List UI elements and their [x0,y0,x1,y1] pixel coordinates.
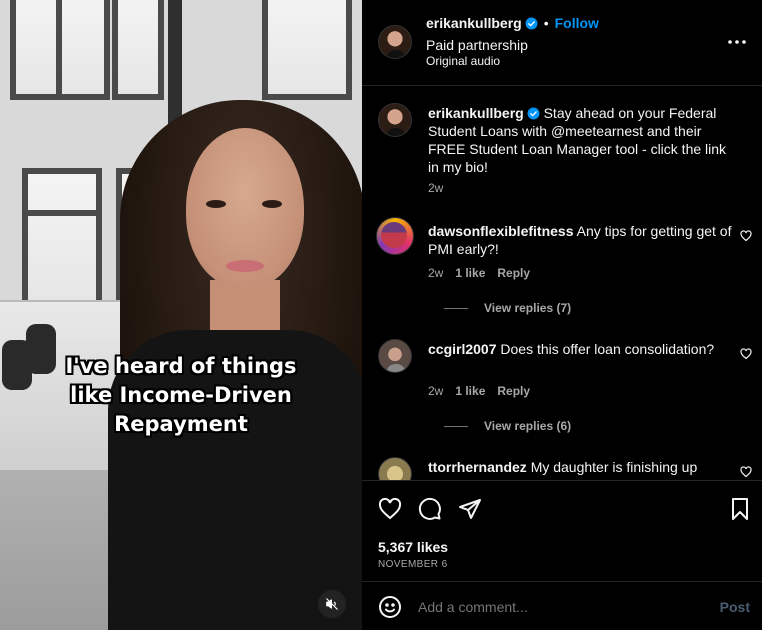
avatar[interactable] [378,339,412,373]
comment-age[interactable]: 2w [428,266,443,280]
speaker-muted-icon [326,598,338,610]
window-upper-right [262,0,352,100]
caption-age[interactable]: 2w [428,181,443,195]
bookmark-icon[interactable] [728,497,752,521]
avatar[interactable] [378,103,412,137]
window-lower-left [22,168,102,308]
caption-username[interactable]: erikankullberg [428,105,524,121]
avatar[interactable] [378,25,412,59]
avatar[interactable] [376,217,414,255]
avatar[interactable] [378,457,412,480]
action-bar: 5,367 likes NOVEMBER 6 [362,480,762,582]
header-username[interactable]: erikankullberg [426,15,522,31]
caption-text-block: erikankullberg Stay ahead on your Federa… [428,104,738,176]
emoji-icon[interactable] [378,595,402,619]
reel-video[interactable]: I've heard of things like Income-Driven … [0,0,362,630]
comment-username[interactable]: ttorrhernandez [428,459,527,475]
replies-divider-line [444,425,468,427]
caption-meta: 2w [428,181,443,195]
heart-outline-icon[interactable] [740,230,752,242]
reply-button[interactable]: Reply [497,266,530,280]
person-eye [262,200,282,208]
view-replies-button[interactable]: View replies (7) [444,301,571,315]
view-replies-label: View replies (6) [484,419,572,433]
comment-input[interactable] [418,595,698,619]
comment-text-block: dawsonflexiblefitness Any tips for getti… [428,222,738,258]
comment-meta: 2w 1 like Reply [428,384,530,398]
comments-scroll-area[interactable]: erikankullberg Stay ahead on your Federa… [362,87,762,480]
view-replies-button[interactable]: View replies (6) [444,419,571,433]
view-replies-label: View replies (7) [484,301,572,315]
replies-divider-line [444,307,468,309]
window-upper-left [10,0,110,100]
caption-line: Repayment [114,412,248,436]
verified-badge-icon [525,17,538,30]
video-caption: I've heard of things like Income-Driven … [0,352,362,439]
more-horizontal-icon [728,40,746,44]
heart-outline-icon[interactable] [740,348,752,360]
likes-count[interactable]: 5,367 likes [378,539,448,555]
comment-icon[interactable] [418,497,442,521]
comment-composer: Post [362,583,762,630]
comment-text-block: ccgirl2007 Does this offer loan consolid… [428,340,738,358]
comment-likes[interactable]: 1 like [455,384,485,398]
heart-icon[interactable] [378,497,402,521]
reply-button[interactable]: Reply [497,384,530,398]
comment-text-block: ttorrhernandez My daughter is finishing … [428,458,738,476]
original-audio-link[interactable]: Original audio [426,54,500,68]
person-lips [226,260,264,272]
caption-line: I've heard of things [65,354,297,378]
comment-body: My daughter is finishing up [530,459,698,475]
comment-likes[interactable]: 1 like [455,266,485,280]
paid-partnership-label[interactable]: Paid partnership [426,37,528,53]
share-icon[interactable] [458,497,482,521]
separator-dot: • [543,15,549,31]
comment-age[interactable]: 2w [428,384,443,398]
more-options-button[interactable] [728,33,746,51]
follow-button[interactable]: Follow [555,15,599,31]
post-button[interactable]: Post [720,599,750,615]
verified-badge-icon [527,107,540,120]
comment-username[interactable]: ccgirl2007 [428,341,497,357]
post-header: erikankullberg • Follow Paid partnership O… [362,0,762,86]
post-date[interactable]: NOVEMBER 6 [378,559,448,570]
caption-line: like Income-Driven [70,383,292,407]
comment-meta: 2w 1 like Reply [428,266,530,280]
mute-button[interactable] [318,590,346,618]
post-panel: erikankullberg • Follow Paid partnership O… [362,0,762,630]
person-eye [206,200,226,208]
header-user-row: erikankullberg • Follow [426,15,599,33]
comment-body: Does this offer loan consolidation? [500,341,715,357]
comment-username[interactable]: dawsonflexiblefitness [428,223,573,239]
heart-outline-icon[interactable] [740,466,752,478]
window-upper-mid [112,0,164,100]
